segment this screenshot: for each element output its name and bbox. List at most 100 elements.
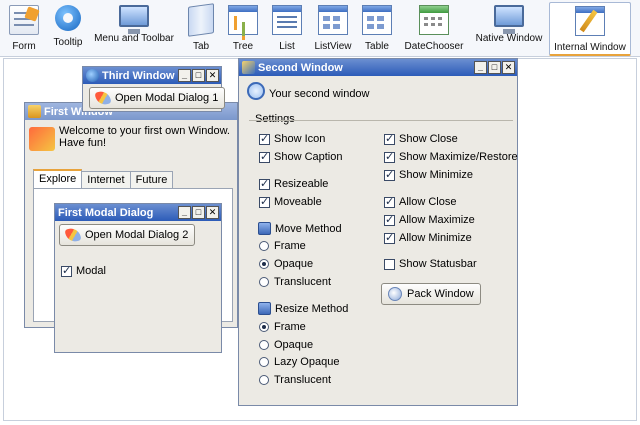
moveable-checkbox[interactable]: Moveable: [259, 195, 322, 208]
third-window[interactable]: Third Window _ □ ✕ Open Modal Dialog 1: [82, 66, 226, 112]
third-window-titlebar[interactable]: Third Window _ □ ✕: [83, 67, 221, 84]
show-minimize-checkbox[interactable]: Show Minimize: [384, 168, 473, 181]
radio-icon: [259, 322, 269, 332]
second-window-titlebar[interactable]: Second Window _ □ ✕: [239, 59, 517, 76]
checkbox-icon: [384, 150, 395, 163]
maximize-button[interactable]: □: [488, 61, 501, 74]
brush-icon: [28, 105, 41, 118]
minimize-button[interactable]: _: [474, 61, 487, 74]
toolbar-item-label: Form: [12, 41, 36, 52]
listview-icon: [318, 5, 348, 35]
resize-method-label: Resize Method: [275, 303, 349, 315]
checkbox-label: Show Icon: [274, 133, 326, 145]
close-button[interactable]: ✕: [502, 61, 515, 74]
toolbar-item-label: Tab: [192, 41, 210, 52]
checkbox-label: Show Maximize/Restore: [399, 151, 518, 163]
radio-icon: [259, 340, 269, 350]
checkbox-label: Allow Maximize: [399, 214, 475, 226]
window-title: Second Window: [258, 61, 343, 74]
move-frame-radio[interactable]: Frame: [259, 240, 306, 252]
show-statusbar-checkbox[interactable]: Show Statusbar: [384, 258, 477, 270]
toolbar-item-native-window[interactable]: Native Window: [472, 2, 546, 56]
move-translucent-radio[interactable]: Translucent: [259, 276, 331, 288]
radio-icon: [259, 357, 269, 367]
show-close-checkbox[interactable]: Show Close: [384, 132, 458, 145]
rocket-icon: [64, 226, 82, 244]
modal-dialog-titlebar[interactable]: First Modal Dialog _ □ ✕: [55, 204, 221, 221]
rocket-icon: [94, 89, 112, 107]
radio-label: Opaque: [274, 258, 314, 270]
show-maximize-restore-checkbox[interactable]: Show Maximize/Restore: [384, 150, 518, 163]
settings-divider: [249, 120, 513, 121]
tab-explore[interactable]: Explore: [33, 169, 83, 188]
show-icon-checkbox[interactable]: Show Icon: [259, 132, 326, 145]
toolbar-item-internal-window[interactable]: Internal Window: [549, 2, 631, 56]
minimize-button[interactable]: _: [178, 69, 191, 82]
checkbox-icon: [61, 264, 72, 277]
toolbar-item-table[interactable]: Table: [360, 2, 394, 56]
checkbox-icon: [384, 195, 395, 208]
book-icon: [188, 3, 214, 37]
allow-close-checkbox[interactable]: Allow Close: [384, 195, 457, 208]
toolbar-item-tooltip[interactable]: Tooltip: [48, 2, 88, 56]
checkbox-icon: [259, 177, 270, 190]
button-label: Pack Window: [407, 288, 474, 300]
radio-icon: [259, 241, 269, 251]
move-opaque-radio[interactable]: Opaque: [259, 258, 313, 270]
checkbox-label: Show Close: [399, 133, 458, 145]
resize-opaque-radio[interactable]: Opaque: [259, 339, 313, 351]
radio-label: Frame: [274, 321, 306, 333]
toolbar-item-tree[interactable]: Tree: [226, 2, 260, 56]
resize-method-icon: [258, 302, 271, 315]
move-method-label: Move Method: [275, 223, 342, 235]
tab-internet[interactable]: Internet: [81, 171, 131, 188]
window-icon: [242, 61, 255, 74]
toolbar-item-datechooser[interactable]: DateChooser: [402, 2, 466, 56]
minimize-button[interactable]: _: [178, 206, 191, 219]
radio-label: Opaque: [274, 339, 314, 351]
allow-minimize-checkbox[interactable]: Allow Minimize: [384, 231, 472, 244]
checkbox-label: Allow Close: [399, 196, 457, 208]
toolbar-item-label: Menu and Toolbar: [94, 33, 174, 44]
radio-icon: [259, 259, 269, 269]
second-window[interactable]: Second Window _ □ ✕ Your second window S…: [238, 58, 518, 406]
checkbox-label: Show Minimize: [399, 169, 473, 181]
open-modal-dialog-1-button[interactable]: Open Modal Dialog 1: [89, 87, 226, 109]
toolbar-item-label: Native Window: [475, 33, 543, 44]
toolbar-item-listview[interactable]: ListView: [310, 2, 356, 56]
toolbar-item-list[interactable]: List: [270, 2, 304, 56]
close-button[interactable]: ✕: [206, 69, 219, 82]
settings-label: Settings: [255, 113, 295, 125]
maximize-button[interactable]: □: [192, 69, 205, 82]
modal-checkbox[interactable]: Modal: [61, 264, 106, 277]
show-caption-checkbox[interactable]: Show Caption: [259, 150, 343, 163]
checkbox-icon: [259, 132, 270, 145]
resize-frame-radio[interactable]: Frame: [259, 321, 306, 333]
globe-icon: [86, 69, 99, 82]
intro-text: Your second window: [269, 88, 370, 100]
tab-future[interactable]: Future: [129, 171, 174, 188]
open-modal-dialog-2-button[interactable]: Open Modal Dialog 2: [59, 224, 196, 246]
allow-maximize-checkbox[interactable]: Allow Maximize: [384, 213, 475, 226]
modal-dialog[interactable]: First Modal Dialog _ □ ✕ Open Modal Dial…: [54, 203, 222, 353]
button-label: Open Modal Dialog 1: [115, 92, 219, 104]
close-button[interactable]: ✕: [206, 206, 219, 219]
pack-window-button[interactable]: Pack Window: [381, 283, 481, 305]
checkbox-icon: [259, 150, 270, 163]
checkbox-icon: [384, 258, 395, 270]
resize-translucent-radio[interactable]: Translucent: [259, 374, 331, 386]
toolbar-item-menu-and-toolbar[interactable]: Menu and Toolbar: [92, 2, 176, 56]
button-label: Open Modal Dialog 2: [85, 229, 189, 241]
checkbox-icon: [384, 132, 395, 145]
radio-label: Frame: [274, 240, 306, 252]
form-icon: [9, 5, 39, 35]
maximize-button[interactable]: □: [192, 206, 205, 219]
toolbar-item-label: ListView: [314, 41, 352, 52]
toolbar-item-tab[interactable]: Tab: [184, 2, 218, 56]
resizeable-checkbox[interactable]: Resizeable: [259, 177, 328, 190]
toolbar-item-form[interactable]: Form: [4, 2, 44, 56]
toolbar-item-label: Tree: [232, 41, 254, 52]
welcome-icon: [29, 127, 55, 151]
resize-lazy-opaque-radio[interactable]: Lazy Opaque: [259, 356, 339, 368]
toolbar-item-label: List: [279, 41, 295, 52]
